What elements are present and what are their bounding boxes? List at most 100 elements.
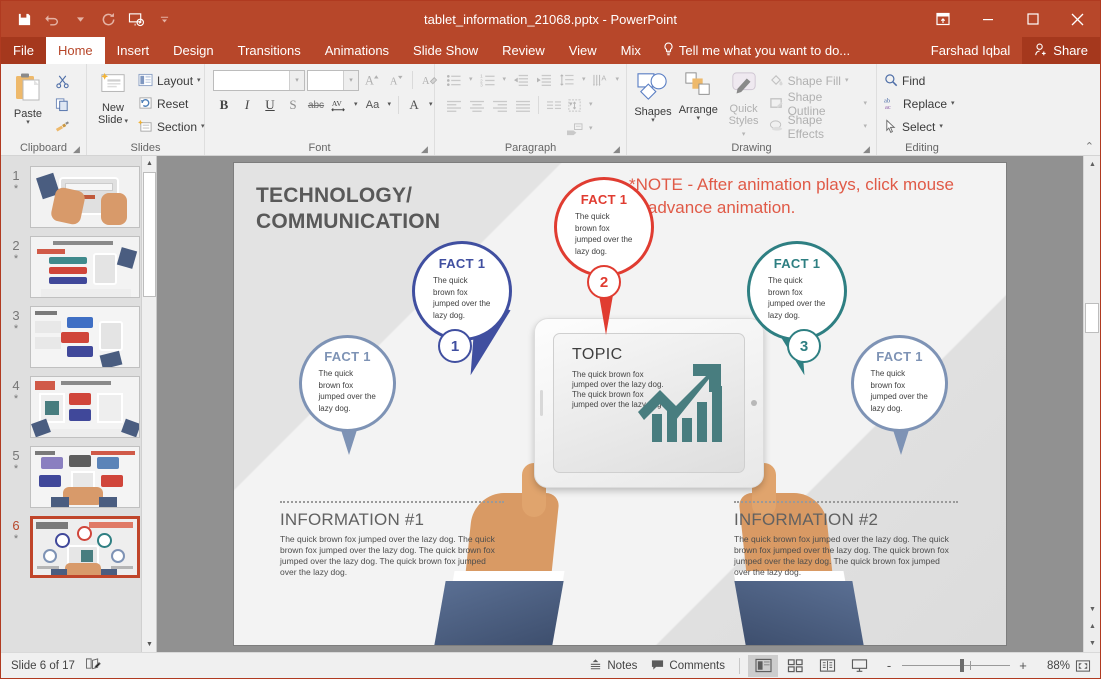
chevron-down-icon-shapes[interactable]: ▾ — [651, 118, 655, 124]
shape-outline-button[interactable]: Shape Outline ▾ — [766, 93, 872, 115]
chevron-down-icon-shape-fill[interactable]: ▾ — [845, 78, 849, 84]
collapse-ribbon-icon[interactable]: ⌃ — [1085, 140, 1094, 153]
zoom-out-button[interactable]: - — [882, 658, 896, 673]
strikethrough-button[interactable]: abc — [305, 94, 327, 116]
thumbnail-item[interactable]: 1 * — [1, 162, 156, 232]
paste-button[interactable]: Paste ▾ — [5, 69, 51, 128]
scroll-down-icon[interactable]: ▼ — [1084, 601, 1101, 618]
line-spacing-button[interactable] — [556, 69, 578, 91]
bullets-button[interactable] — [443, 69, 465, 91]
font-dialog-launcher[interactable]: ◢ — [421, 144, 431, 154]
slide-indicator[interactable]: Slide 6 of 17 — [11, 660, 75, 672]
replace-button[interactable]: abac Replace ▾ — [881, 93, 960, 115]
tab-animations[interactable]: Animations — [313, 37, 401, 64]
align-text-button[interactable] — [563, 94, 585, 116]
text-direction-button[interactable]: A — [590, 69, 612, 91]
tab-transitions[interactable]: Transitions — [226, 37, 313, 64]
underline-button[interactable]: U — [259, 94, 281, 116]
tab-design[interactable]: Design — [161, 37, 225, 64]
balloon-fact-2[interactable]: FACT 1 The quick brown fox jumped over t… — [554, 177, 654, 277]
shape-effects-button[interactable]: Shape Effects ▾ — [766, 116, 872, 138]
clipboard-dialog-launcher[interactable]: ◢ — [73, 144, 83, 154]
chevron-down-icon-line-spacing[interactable]: ▾ — [579, 77, 589, 83]
start-presentation-icon[interactable] — [123, 6, 149, 32]
spelling-notes-icon[interactable] — [85, 657, 101, 674]
chevron-down-icon-replace[interactable]: ▾ — [951, 101, 955, 107]
minimize-icon[interactable] — [965, 1, 1010, 37]
zoom-slider[interactable] — [902, 665, 1010, 666]
tablet-device[interactable]: TOPIC The quick brown fox jumped over th… — [534, 318, 764, 488]
animation-note-text[interactable]: *NOTE - After animation plays, click mou… — [629, 173, 969, 219]
thumbnail-image[interactable] — [30, 516, 140, 578]
maximize-icon[interactable] — [1010, 1, 1055, 37]
format-painter-button[interactable] — [51, 116, 73, 138]
user-name[interactable]: Farshad Iqbal — [919, 43, 1023, 58]
thumbnail-image[interactable] — [30, 236, 140, 298]
scrollbar-thumb[interactable] — [1085, 303, 1099, 333]
convert-to-smartart-button[interactable] — [563, 118, 585, 140]
balloon-fact-1[interactable]: FACT 1 The quick brown fox jumped over t… — [412, 241, 512, 341]
thumbnail-image[interactable] — [30, 376, 140, 438]
drawing-dialog-launcher[interactable]: ◢ — [863, 144, 873, 154]
redo-icon[interactable] — [95, 6, 121, 32]
reset-button[interactable]: Reset — [135, 93, 210, 115]
increase-indent-button[interactable] — [533, 69, 555, 91]
chevron-down-icon-text-direction[interactable]: ▾ — [613, 77, 623, 83]
columns-button[interactable] — [543, 94, 565, 116]
ribbon-display-options-icon[interactable] — [920, 1, 965, 37]
numbering-button[interactable]: 123 — [477, 69, 499, 91]
font-name-input[interactable]: ▾ — [213, 70, 305, 91]
chevron-down-icon-quick-styles[interactable]: ▾ — [742, 131, 746, 138]
customize-qat-icon[interactable] — [151, 6, 177, 32]
chevron-down-icon-numbering[interactable]: ▾ — [500, 77, 510, 83]
thumbnail-image[interactable] — [30, 306, 140, 368]
chevron-down-icon-align-text[interactable]: ▾ — [586, 102, 596, 108]
share-button[interactable]: Share — [1022, 37, 1100, 64]
arrange-button[interactable]: Arrange ▾ — [675, 69, 722, 124]
scroll-down-icon[interactable]: ▼ — [142, 637, 157, 652]
thumbnail-item[interactable]: 2 * — [1, 232, 156, 302]
fit-to-window-button[interactable] — [1072, 656, 1094, 676]
tab-home[interactable]: Home — [46, 37, 105, 64]
undo-icon[interactable] — [39, 6, 65, 32]
tell-me-search[interactable]: Tell me what you want to do... — [653, 37, 860, 64]
scrollbar-track[interactable] — [1084, 173, 1100, 601]
tab-insert[interactable]: Insert — [105, 37, 162, 64]
copy-button[interactable] — [51, 93, 73, 115]
tab-view[interactable]: View — [557, 37, 609, 64]
scrollbar-thumb[interactable] — [143, 172, 156, 297]
tab-review[interactable]: Review — [490, 37, 557, 64]
chevron-down-icon-smartart[interactable]: ▾ — [586, 126, 596, 132]
chevron-down-icon-change-case[interactable]: ▾ — [385, 102, 395, 108]
shapes-button[interactable]: Shapes ▾ — [631, 69, 675, 126]
character-spacing-button[interactable]: AV — [328, 94, 350, 116]
select-button[interactable]: Select ▾ — [881, 116, 960, 138]
chevron-down-icon-layout[interactable]: ▾ — [197, 78, 201, 84]
text-shadow-button[interactable]: S — [282, 94, 304, 116]
balloon-fact-3[interactable]: FACT 1 The quick brown fox jumped over t… — [747, 241, 847, 341]
slide-show-view-button[interactable] — [844, 655, 874, 677]
font-size-input[interactable]: ▾ — [307, 70, 359, 91]
zoom-in-button[interactable]: + — [1016, 658, 1030, 673]
slide-title[interactable]: TECHNOLOGY/ COMMUNICATION — [256, 183, 440, 235]
chevron-down-icon-font-size[interactable]: ▾ — [343, 71, 358, 90]
chevron-down-icon-undo[interactable] — [67, 6, 93, 32]
thumbnail-item-selected[interactable]: 6 * — [1, 512, 156, 582]
thumbnail-scrollbar[interactable]: ▲ ▼ — [141, 156, 156, 652]
chevron-down-icon-font-name[interactable]: ▾ — [289, 71, 304, 90]
zoom-level-label[interactable]: 88% — [1036, 660, 1070, 672]
tab-file[interactable]: File — [1, 37, 46, 64]
increase-font-size-button[interactable]: A — [361, 69, 383, 91]
find-button[interactable]: Find — [881, 70, 960, 92]
align-center-button[interactable] — [466, 94, 488, 116]
chevron-down-icon-arrange[interactable]: ▾ — [697, 116, 701, 122]
save-icon[interactable] — [11, 6, 37, 32]
section-button[interactable]: Section ▾ — [135, 116, 210, 138]
decrease-font-size-button[interactable]: A — [385, 69, 407, 91]
chevron-down-icon-new-slide[interactable]: ▾ — [123, 118, 128, 125]
font-color-button[interactable]: A — [403, 94, 425, 116]
tab-mix[interactable]: Mix — [609, 37, 653, 64]
next-slide-icon[interactable]: ▼ — [1084, 635, 1101, 652]
chevron-down-icon-shape-outline[interactable]: ▾ — [863, 101, 867, 107]
italic-button[interactable]: I — [236, 94, 258, 116]
